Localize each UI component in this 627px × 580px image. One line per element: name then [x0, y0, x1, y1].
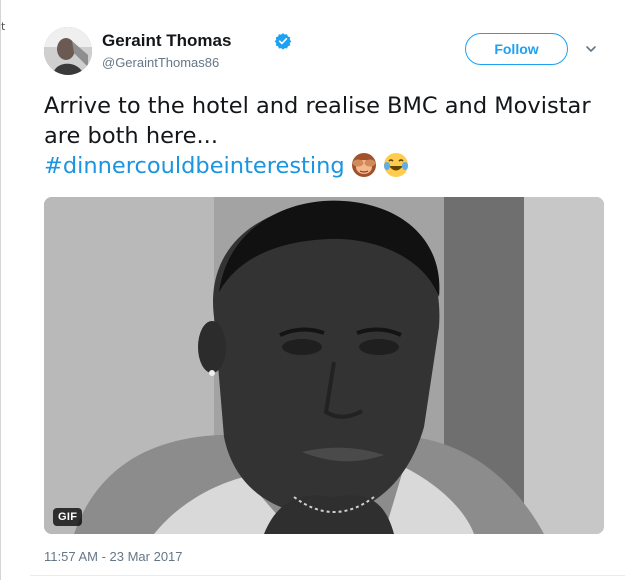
- tweet-text: Arrive to the hotel and realise BMC and …: [44, 91, 604, 181]
- tweet-header: Geraint Thomas @GeraintThomas86 Follow: [44, 27, 627, 77]
- tweet-gif[interactable]: GIF: [44, 197, 604, 534]
- verified-badge-icon: [274, 33, 292, 50]
- see-no-evil-monkey-icon: [351, 153, 376, 177]
- profile-photo-icon: [44, 27, 92, 75]
- hashtag-link[interactable]: #dinnercouldbeinteresting: [44, 153, 345, 179]
- avatar[interactable]: [44, 27, 92, 75]
- chevron-down-icon[interactable]: [585, 43, 597, 55]
- divider: [30, 575, 625, 576]
- tweet-body: Arrive to the hotel and realise BMC and …: [44, 93, 591, 149]
- gif-badge: GIF: [53, 508, 83, 526]
- gif-preview-image: [44, 197, 604, 534]
- window-edge: [0, 0, 1, 580]
- cropped-edge-glyph: t: [1, 20, 6, 33]
- follow-button[interactable]: Follow: [465, 33, 568, 65]
- tweet-timestamp[interactable]: 11:57 AM - 23 Mar 2017: [44, 549, 183, 564]
- face-with-tears-of-joy-icon: [383, 153, 408, 177]
- author-handle[interactable]: @GeraintThomas86: [102, 55, 219, 70]
- author-display-name[interactable]: Geraint Thomas: [102, 31, 231, 51]
